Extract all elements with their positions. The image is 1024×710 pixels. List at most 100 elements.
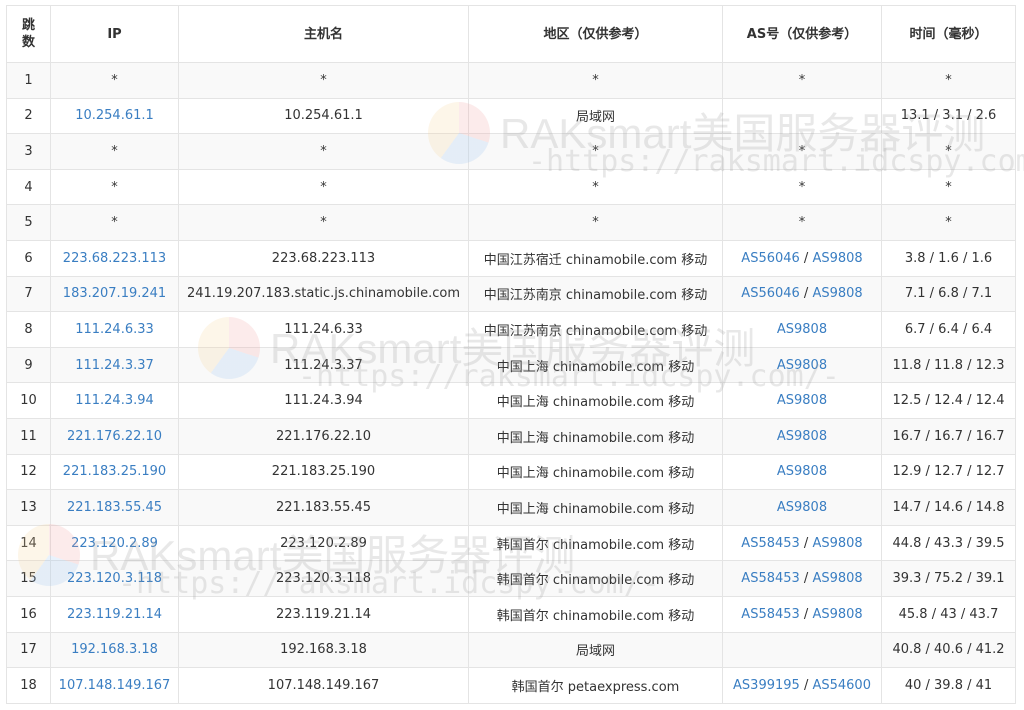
ip-cell: 10.254.61.1 xyxy=(50,97,179,135)
ip-cell-link[interactable]: 221.183.25.190 xyxy=(63,464,166,479)
as-number-link[interactable]: AS58453 xyxy=(741,536,800,551)
region-cell: 中国上海 chinamobile.com 移动 xyxy=(468,417,723,455)
ip-cell-link[interactable]: 111.24.3.94 xyxy=(75,393,154,408)
as-cell: AS58453 / AS9808 xyxy=(722,595,882,633)
time-cell: * xyxy=(881,168,1016,206)
region-cell: 韩国首尔 petaexpress.com xyxy=(468,667,723,704)
as-cell: AS56046 / AS9808 xyxy=(722,275,882,313)
hop-cell: 9 xyxy=(6,346,51,384)
hop-cell: 11 xyxy=(6,417,51,455)
as-number-link[interactable]: AS9808 xyxy=(812,251,862,266)
region-cell: 中国江苏南京 chinamobile.com 移动 xyxy=(468,311,723,348)
as-cell: AS399195 / AS54600 xyxy=(722,667,882,704)
time-cell: 7.1 / 6.8 / 7.1 xyxy=(881,275,1016,313)
as-number-link[interactable]: AS9808 xyxy=(812,571,862,586)
ip-cell-link[interactable]: 221.183.55.45 xyxy=(67,500,162,515)
as-cell xyxy=(722,631,882,669)
as-number-link[interactable]: AS54600 xyxy=(812,678,871,693)
as-cell: AS9808 xyxy=(722,489,882,526)
ip-cell: * xyxy=(50,168,179,206)
ip-cell-link[interactable]: 183.207.19.241 xyxy=(63,286,166,301)
as-number-link[interactable]: AS58453 xyxy=(741,571,800,586)
hop-cell: 12 xyxy=(6,453,51,491)
as-cell: AS9808 xyxy=(722,417,882,455)
region-cell: 韩国首尔 chinamobile.com 移动 xyxy=(468,560,723,597)
ip-cell-link[interactable]: 221.176.22.10 xyxy=(67,429,162,444)
time-cell: 12.5 / 12.4 / 12.4 xyxy=(881,382,1016,419)
as-number-link[interactable]: AS9808 xyxy=(812,536,862,551)
ip-cell-link[interactable]: 192.168.3.18 xyxy=(71,642,158,657)
table-row: 8 111.24.6.33 111.24.6.33 中国江苏南京 chinamobil… xyxy=(6,311,1016,348)
hostname-cell: 223.119.21.14 xyxy=(178,595,469,633)
ip-cell-link[interactable]: 223.120.2.89 xyxy=(71,536,158,551)
time-cell: 6.7 / 6.4 / 6.4 xyxy=(881,311,1016,348)
table-row: 17 192.168.3.18 192.168.3.18 局域网 40.8 / 40.6… xyxy=(6,631,1016,669)
hop-cell: 18 xyxy=(6,667,51,704)
hostname-cell: 221.176.22.10 xyxy=(178,417,469,455)
ip-cell-link[interactable]: 223.119.21.14 xyxy=(67,607,162,622)
time-cell: 40 / 39.8 / 41 xyxy=(881,667,1016,704)
ip-cell: 111.24.3.94 xyxy=(50,382,179,419)
table-row: 6 223.68.223.113 223.68.223.113 中国江苏宿迁 chin… xyxy=(6,239,1016,277)
as-number-link[interactable]: AS56046 xyxy=(741,286,800,301)
hostname-cell: 223.120.2.89 xyxy=(178,524,469,562)
as-number-link[interactable]: AS9808 xyxy=(812,607,862,622)
as-number-link[interactable]: AS9808 xyxy=(777,500,827,515)
ip-cell-link[interactable]: 111.24.3.37 xyxy=(75,358,154,373)
as-number-link[interactable]: AS9808 xyxy=(777,429,827,444)
time-cell: 16.7 / 16.7 / 16.7 xyxy=(881,417,1016,455)
ip-cell: 223.120.2.89 xyxy=(50,524,179,562)
region-cell: 中国上海 chinamobile.com 移动 xyxy=(468,382,723,419)
as-number-link[interactable]: AS9808 xyxy=(812,286,862,301)
hostname-cell: 223.68.223.113 xyxy=(178,239,469,277)
as-number-link[interactable]: AS9808 xyxy=(777,393,827,408)
ip-cell-link[interactable]: 223.120.3.118 xyxy=(67,571,162,586)
hostname-cell: 241.19.207.183.static.js.chinamobile.com xyxy=(178,275,469,313)
time-cell: * xyxy=(881,62,1016,99)
table-row: 1 * * * * * xyxy=(6,62,1016,99)
as-number-link[interactable]: AS9808 xyxy=(777,464,827,479)
ip-cell: * xyxy=(50,204,179,241)
as-separator: / xyxy=(799,250,813,266)
hostname-cell: 111.24.3.94 xyxy=(178,382,469,419)
ip-cell: 107.148.149.167 xyxy=(50,667,179,704)
table-row: 16 223.119.21.14 223.119.21.14 韩国首尔 chinamo… xyxy=(6,595,1016,633)
hostname-cell: * xyxy=(178,133,469,170)
header-region: 地区（仅供参考） xyxy=(468,5,723,63)
region-cell: 中国上海 chinamobile.com 移动 xyxy=(468,489,723,526)
as-separator: / xyxy=(799,606,813,622)
region-cell: 局域网 xyxy=(468,631,723,669)
ip-cell-link[interactable]: 107.148.149.167 xyxy=(59,678,171,693)
hostname-cell: * xyxy=(178,204,469,241)
hop-cell: 16 xyxy=(6,595,51,633)
as-cell: AS56046 / AS9808 xyxy=(722,239,882,277)
as-number-link[interactable]: AS399195 xyxy=(733,678,800,693)
header-hop: 跳数 xyxy=(6,5,51,63)
hop-cell: 2 xyxy=(6,97,51,135)
time-cell: 44.8 / 43.3 / 39.5 xyxy=(881,524,1016,562)
as-number-link[interactable]: AS9808 xyxy=(777,322,827,337)
hostname-cell: 107.148.149.167 xyxy=(178,667,469,704)
as-cell xyxy=(722,97,882,135)
ip-cell-link[interactable]: 111.24.6.33 xyxy=(75,322,154,337)
region-cell: * xyxy=(468,168,723,206)
table-row: 12 221.183.25.190 221.183.25.190 中国上海 china… xyxy=(6,453,1016,491)
hop-cell: 8 xyxy=(6,311,51,348)
region-cell: * xyxy=(468,133,723,170)
as-number-link[interactable]: AS56046 xyxy=(741,251,800,266)
ip-cell: 111.24.3.37 xyxy=(50,346,179,384)
table-row: 2 10.254.61.1 10.254.61.1 局域网 13.1 / 3.1 / 2… xyxy=(6,97,1016,135)
time-cell: 12.9 / 12.7 / 12.7 xyxy=(881,453,1016,491)
ip-cell-link[interactable]: 223.68.223.113 xyxy=(63,251,166,266)
ip-cell-link[interactable]: 10.254.61.1 xyxy=(75,108,154,123)
region-cell: 中国上海 chinamobile.com 移动 xyxy=(468,453,723,491)
time-cell: 13.1 / 3.1 / 2.6 xyxy=(881,97,1016,135)
table-row: 5 * * * * * xyxy=(6,204,1016,241)
hostname-cell: 223.120.3.118 xyxy=(178,560,469,597)
as-cell: AS9808 xyxy=(722,346,882,384)
ip-cell: 221.183.55.45 xyxy=(50,489,179,526)
region-cell: 中国上海 chinamobile.com 移动 xyxy=(468,346,723,384)
as-number-link[interactable]: AS58453 xyxy=(741,607,800,622)
as-number-link[interactable]: AS9808 xyxy=(777,358,827,373)
time-cell: 11.8 / 11.8 / 12.3 xyxy=(881,346,1016,384)
